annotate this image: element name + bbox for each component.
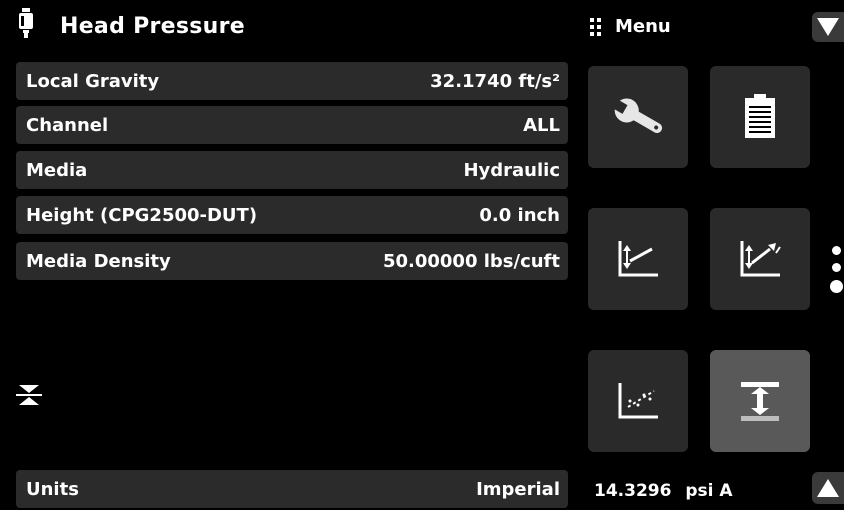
page-title: Head Pressure — [60, 14, 246, 39]
setting-row-media[interactable]: Media Hydraulic — [16, 151, 568, 189]
setting-row-media-density[interactable]: Media Density 50.00000 lbs/cuft — [16, 242, 568, 280]
menu-label: Menu — [615, 16, 671, 37]
page-dot — [832, 263, 841, 272]
pressure-gauge-icon — [18, 8, 34, 42]
page-dot — [832, 246, 841, 255]
setting-value: ALL — [523, 114, 560, 136]
setting-row-local-gravity[interactable]: Local Gravity 32.1740 ft/s² — [16, 62, 568, 100]
scroll-down-button[interactable] — [812, 12, 844, 42]
page-dot-current — [830, 280, 843, 293]
triangle-up-icon — [817, 479, 839, 497]
tile-tools[interactable] — [588, 66, 688, 168]
tile-data-logging[interactable] — [588, 350, 688, 452]
triangle-down-icon — [817, 18, 839, 36]
setting-label: Height (CPG2500-DUT) — [26, 204, 258, 226]
setting-value: Imperial — [476, 478, 560, 500]
setting-value: Hydraulic — [463, 159, 560, 181]
tile-burst-test[interactable] — [710, 208, 810, 310]
setting-value: 0.0 inch — [479, 204, 560, 226]
setting-label: Media — [26, 159, 88, 181]
tile-leak-test[interactable] — [588, 208, 688, 310]
collapse-icon[interactable] — [16, 385, 42, 409]
setting-row-channel[interactable]: Channel ALL — [16, 106, 568, 144]
pressure-value: 14.3296 — [594, 481, 672, 501]
pressure-unit: psi A — [685, 481, 733, 501]
setting-label: Local Gravity — [26, 70, 160, 92]
grip-icon — [590, 17, 601, 36]
scroll-up-button[interactable] — [812, 472, 844, 504]
setting-row-height[interactable]: Height (CPG2500-DUT) 0.0 inch — [16, 196, 568, 234]
wrench-icon — [608, 97, 663, 133]
setting-label: Media Density — [26, 250, 171, 272]
setting-label: Channel — [26, 114, 109, 136]
setting-value: 50.00000 lbs/cuft — [382, 250, 560, 272]
chart-scatter-icon — [618, 383, 658, 419]
setting-label: Units — [26, 478, 79, 500]
tile-head-pressure[interactable] — [710, 350, 810, 452]
chart-down-icon — [618, 241, 658, 277]
menu-button[interactable]: Menu — [590, 16, 671, 37]
head-height-icon — [741, 382, 779, 421]
setting-row-units[interactable]: Units Imperial — [16, 470, 568, 508]
clipboard-icon — [745, 94, 775, 138]
setting-value: 32.1740 ft/s² — [430, 70, 560, 92]
page-indicator — [830, 246, 843, 293]
tile-report[interactable] — [710, 66, 810, 168]
chart-up-arrows-icon — [740, 241, 781, 277]
pressure-readout: 14.3296 psi A — [594, 481, 733, 501]
